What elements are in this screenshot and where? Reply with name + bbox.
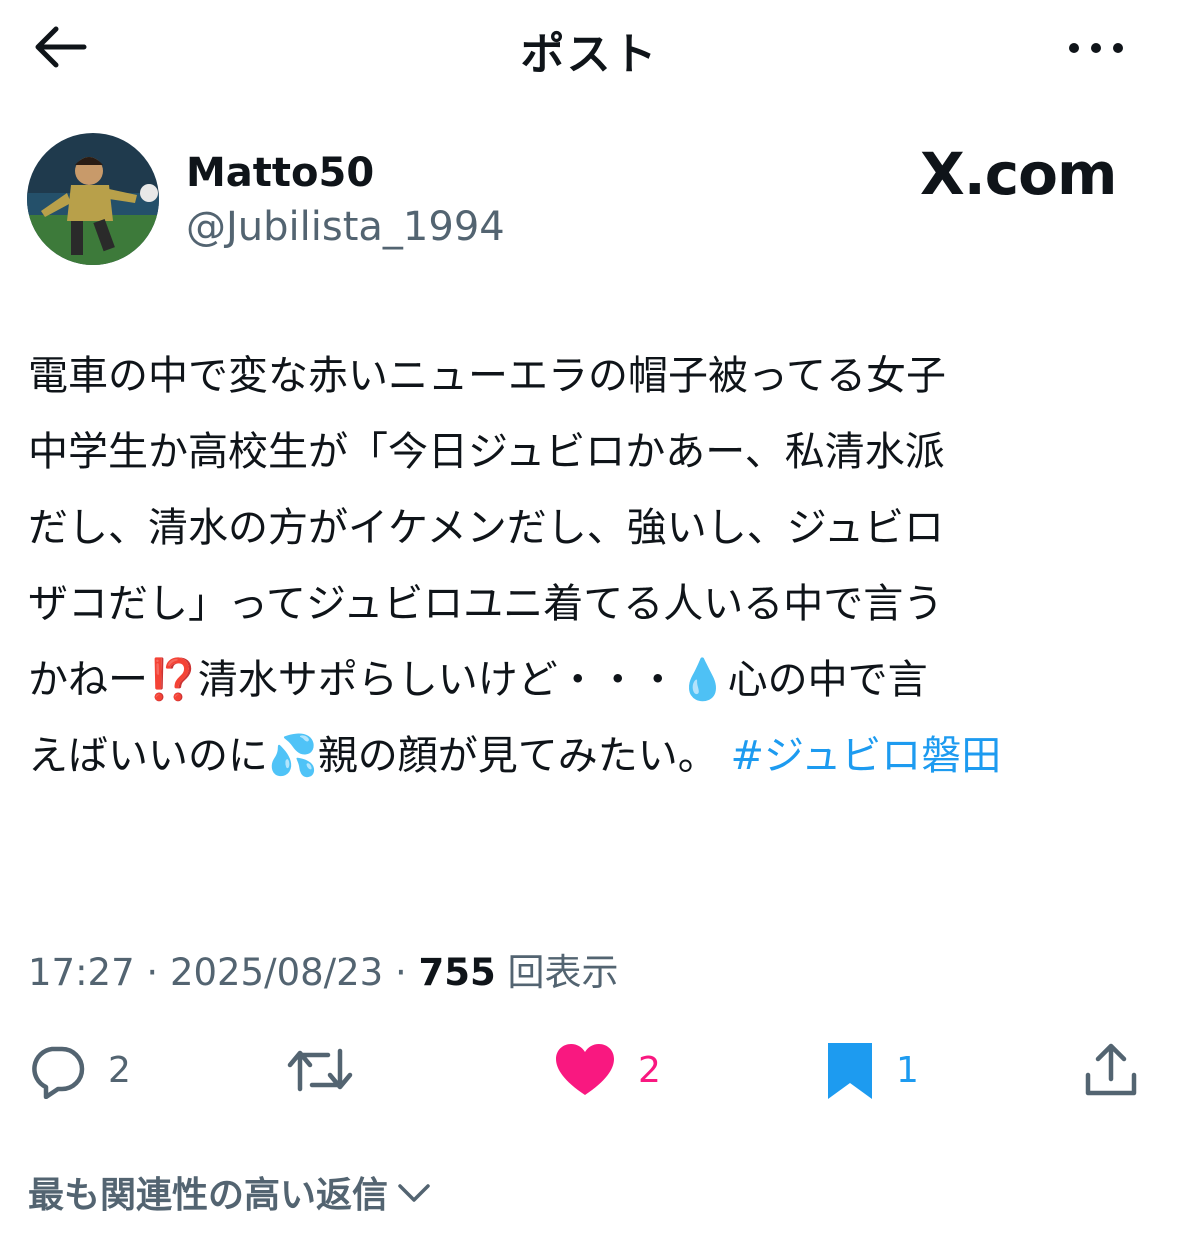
author-display-name[interactable]: Matto50: [186, 150, 374, 196]
tweet-text: 電車の中で変な赤いニューエラの帽子被ってる女子 中学生か高校生が「今日ジュビロか…: [28, 338, 1153, 794]
retweet-button[interactable]: [286, 1030, 376, 1110]
heart-filled-icon: [556, 1044, 614, 1095]
tweet-line: えばいいのに: [28, 733, 268, 779]
retweet-icon: [287, 1048, 353, 1092]
share-icon: [1085, 1043, 1137, 1096]
reply-count: 2: [108, 1049, 131, 1091]
page-title: ポスト: [520, 29, 659, 80]
tweet-line: 中学生か高校生が「今日ジュビロかあー、私清水派: [28, 429, 945, 475]
tweet-line: 親の顔が見てみたい。: [317, 733, 731, 779]
action-bar: 2 2 1: [0, 1030, 1179, 1110]
replies-sort-dropdown[interactable]: 最も関連性の高い返信: [28, 1166, 432, 1218]
tweet-line: 清水サポらしいけど・・・: [197, 657, 678, 703]
post-date: 2025/08/23: [169, 951, 384, 994]
replies-sort-label: 最も関連性の高い返信: [28, 1175, 389, 1216]
bookmark-count: 1: [896, 1049, 919, 1091]
share-button[interactable]: [1084, 1030, 1138, 1110]
tweet-line: だし、清水の方がイケメンだし、強いし、ジュビロ: [28, 505, 944, 551]
tweet-line: 電車の中で変な赤いニューエラの帽子被ってる女子: [28, 353, 946, 399]
chevron-down-icon: [398, 1184, 430, 1202]
user-avatar: [27, 133, 159, 265]
tweet-meta: 17:27 · 2025/08/23 · 755 回表示: [28, 942, 619, 996]
tweet-line: かねー: [28, 657, 148, 703]
view-label: 回表示: [495, 951, 619, 994]
droplet-icon: 💧: [677, 657, 728, 703]
sweat-drops-icon: 💦: [268, 733, 318, 779]
exclamation-question-icon: ⁉️: [148, 657, 198, 703]
author-handle[interactable]: @Jubilista_1994: [186, 204, 505, 250]
reply-bubble-icon: [32, 1046, 85, 1099]
more-options-button[interactable]: [1064, 28, 1128, 68]
view-count: 755: [418, 951, 496, 994]
meta-separator: ·: [134, 951, 170, 994]
tweet-line: 心の中で言: [727, 657, 928, 703]
avatar[interactable]: [27, 133, 159, 265]
reply-button[interactable]: 2: [28, 1030, 131, 1110]
bookmark-button[interactable]: 1: [826, 1030, 919, 1110]
post-time: 17:27: [28, 951, 135, 994]
like-count: 2: [638, 1049, 661, 1091]
tweet-line: ザコだし」ってジュビロユニ着てる人いる中で言う: [28, 581, 944, 627]
bookmark-filled-icon: [828, 1043, 872, 1099]
meta-separator: ·: [383, 951, 419, 994]
top-bar: ポスト: [0, 0, 1179, 95]
more-dots-icon: [1069, 43, 1123, 53]
hashtag-link[interactable]: #ジュビロ磐田: [731, 733, 1002, 779]
like-button[interactable]: 2: [554, 1030, 661, 1110]
x-logo: X.com: [920, 140, 1117, 208]
